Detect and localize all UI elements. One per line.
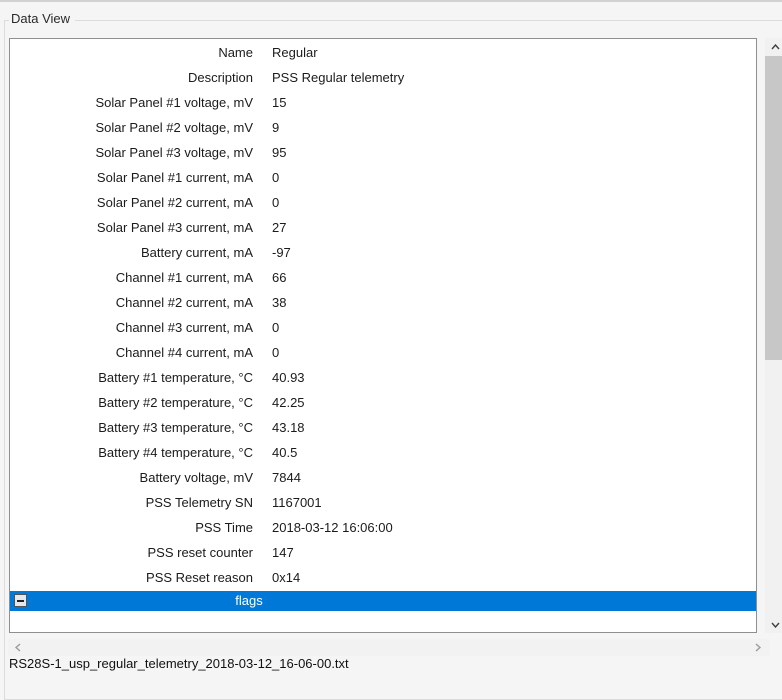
scroll-up-icon[interactable] bbox=[765, 38, 782, 55]
row-value: 0 bbox=[272, 165, 279, 190]
row-label: Channel #1 current, mA bbox=[10, 265, 253, 290]
row-label: Channel #3 current, mA bbox=[10, 315, 253, 340]
table-row[interactable]: Name Regular bbox=[10, 40, 756, 65]
row-label: Battery #1 temperature, °C bbox=[10, 365, 253, 390]
table-row[interactable]: Solar Panel #1 current, mA 0 bbox=[10, 165, 756, 190]
table-row[interactable]: Channel #4 current, mA 0 bbox=[10, 340, 756, 365]
row-value: 43.18 bbox=[272, 415, 305, 440]
row-label: Description bbox=[10, 65, 253, 90]
row-value: PSS Regular telemetry bbox=[272, 65, 404, 90]
row-label: Battery #2 temperature, °C bbox=[10, 390, 253, 415]
row-value: 2018-03-12 16:06:00 bbox=[272, 515, 393, 540]
table-row[interactable]: PSS reset counter 147 bbox=[10, 540, 756, 565]
row-label: Solar Panel #2 voltage, mV bbox=[10, 115, 253, 140]
row-value: 0 bbox=[272, 315, 279, 340]
row-label: PSS Time bbox=[10, 515, 253, 540]
groupbox-title: Data View bbox=[9, 11, 75, 26]
loaded-file-name: RS28S-1_usp_regular_telemetry_2018-03-12… bbox=[9, 656, 349, 671]
row-label: PSS Reset reason bbox=[10, 565, 253, 590]
row-value: 38 bbox=[272, 290, 286, 315]
row-label: Solar Panel #1 current, mA bbox=[10, 165, 253, 190]
table-row[interactable]: PSS Reset reason 0x14 bbox=[10, 565, 756, 590]
row-value: 0x14 bbox=[272, 565, 300, 590]
table-row[interactable]: Battery voltage, mV 7844 bbox=[10, 465, 756, 490]
table-row[interactable]: Channel #3 current, mA 0 bbox=[10, 315, 756, 340]
table-row[interactable]: Solar Panel #2 current, mA 0 bbox=[10, 190, 756, 215]
telemetry-panel: Name Regular Description PSS Regular telem… bbox=[9, 38, 757, 633]
table-row[interactable]: Battery #4 temperature, °C 40.5 bbox=[10, 440, 756, 465]
row-value: 7844 bbox=[272, 465, 301, 490]
table-row[interactable]: Battery #1 temperature, °C 40.93 bbox=[10, 365, 756, 390]
row-label: PSS Telemetry SN bbox=[10, 490, 253, 515]
row-label: Solar Panel #3 voltage, mV bbox=[10, 140, 253, 165]
table-row[interactable]: Description PSS Regular telemetry bbox=[10, 65, 756, 90]
table-row[interactable]: Battery #2 temperature, °C 42.25 bbox=[10, 390, 756, 415]
scroll-left-icon[interactable] bbox=[9, 639, 26, 656]
row-value: 27 bbox=[272, 215, 286, 240]
row-label: Battery current, mA bbox=[10, 240, 253, 265]
row-value: 0 bbox=[272, 190, 279, 215]
scroll-down-icon[interactable] bbox=[765, 616, 782, 633]
table-row[interactable]: PSS Time 2018-03-12 16:06:00 bbox=[10, 515, 756, 540]
row-label: Battery #3 temperature, °C bbox=[10, 415, 253, 440]
row-value: -97 bbox=[272, 240, 291, 265]
row-value: 1167001 bbox=[272, 490, 322, 515]
table-row[interactable]: Solar Panel #2 voltage, mV 9 bbox=[10, 115, 756, 140]
row-label: Solar Panel #2 current, mA bbox=[10, 190, 253, 215]
table-row[interactable]: Channel #2 current, mA 38 bbox=[10, 290, 756, 315]
table-row[interactable]: Channel #1 current, mA 66 bbox=[10, 265, 756, 290]
table-row[interactable]: Solar Panel #3 voltage, mV 95 bbox=[10, 140, 756, 165]
row-value: 40.93 bbox=[272, 365, 305, 390]
scroll-right-icon[interactable] bbox=[749, 639, 766, 656]
row-value: 42.25 bbox=[272, 390, 305, 415]
row-label: Channel #2 current, mA bbox=[10, 290, 253, 315]
row-label: Name bbox=[10, 40, 253, 65]
row-label: Battery #4 temperature, °C bbox=[10, 440, 253, 465]
table-row[interactable]: Battery current, mA -97 bbox=[10, 240, 756, 265]
row-value: 147 bbox=[272, 540, 294, 565]
flags-group-label: flags bbox=[10, 591, 488, 611]
table-row[interactable]: Solar Panel #3 current, mA 27 bbox=[10, 215, 756, 240]
horizontal-scrollbar[interactable] bbox=[8, 639, 770, 656]
flags-group-row-selected[interactable]: flags bbox=[10, 591, 756, 611]
row-label: Battery voltage, mV bbox=[10, 465, 253, 490]
row-label: PSS reset counter bbox=[10, 540, 253, 565]
row-value: 40.5 bbox=[272, 440, 297, 465]
table-row[interactable]: PSS Telemetry SN 1167001 bbox=[10, 490, 756, 515]
row-value: 95 bbox=[272, 140, 286, 165]
vertical-scrollbar[interactable] bbox=[765, 38, 782, 633]
row-value: 0 bbox=[272, 340, 279, 365]
row-value: Regular bbox=[272, 40, 318, 65]
table-row[interactable]: Battery #3 temperature, °C 43.18 bbox=[10, 415, 756, 440]
row-label: Solar Panel #1 voltage, mV bbox=[10, 90, 253, 115]
telemetry-table: Name Regular Description PSS Regular telem… bbox=[10, 40, 756, 590]
row-label: Solar Panel #3 current, mA bbox=[10, 215, 253, 240]
row-value: 15 bbox=[272, 90, 286, 115]
row-label: Channel #4 current, mA bbox=[10, 340, 253, 365]
vertical-scrollbar-thumb[interactable] bbox=[765, 56, 782, 360]
table-row[interactable]: Solar Panel #1 voltage, mV 15 bbox=[10, 90, 756, 115]
row-value: 66 bbox=[272, 265, 286, 290]
row-value: 9 bbox=[272, 115, 279, 140]
